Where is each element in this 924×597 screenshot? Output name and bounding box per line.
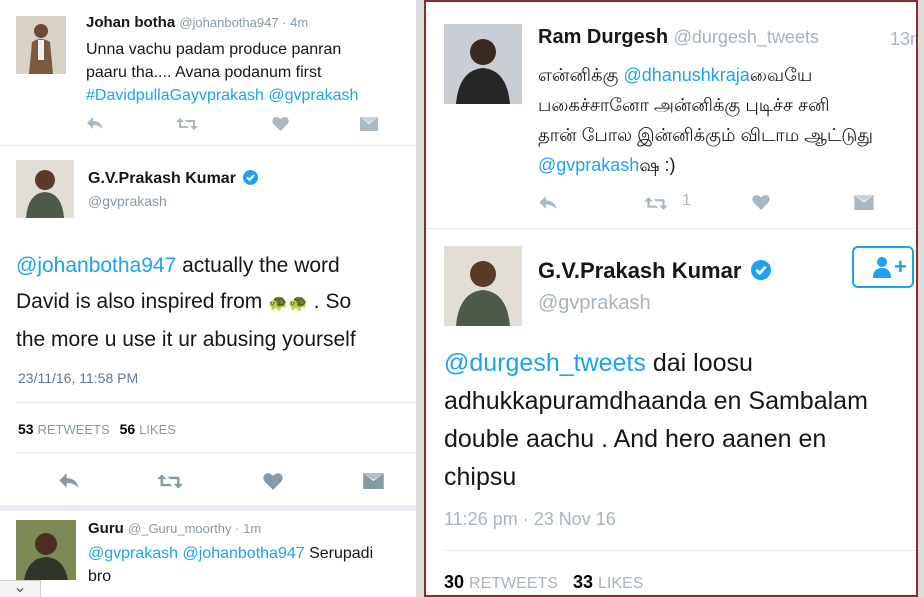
tweet-time: 13m (890, 29, 916, 49)
left-screenshot-panel: Johan botha @johanbotha947 · 4m Unna vac… (0, 0, 416, 597)
tweet-header: Ram Durgesh @durgesh_tweets (538, 26, 819, 49)
like-icon[interactable] (752, 194, 770, 215)
mention-link[interactable]: @gvprakash @johanbotha947 (88, 545, 305, 562)
tamil-tweet-text: என்னிக்கு @dhanushkrajaவையே பகைச்சானோ அன… (538, 60, 916, 180)
main-author-line: G.V.Prakash Kumar (88, 170, 259, 190)
retweet-icon[interactable] (644, 196, 668, 216)
verified-badge-icon (750, 260, 771, 286)
message-icon[interactable] (854, 195, 874, 215)
retweets-count[interactable]: 30 (444, 572, 464, 592)
ram-durgesh-avatar[interactable] (444, 24, 522, 104)
johan-botha-avatar[interactable] (16, 16, 66, 74)
tweet-timestamp[interactable]: 11:26 pm · 23 Nov 16 (444, 509, 616, 530)
main-tweet-text: @durgesh_tweets dai loosu adhukkapuramdh… (444, 344, 916, 496)
tweet-text-line: chipsu (444, 463, 517, 491)
author-name[interactable]: G.V.Prakash Kumar (538, 258, 741, 283)
author-handle: @gvprakash (88, 193, 167, 209)
retweets-count[interactable]: 53 (18, 421, 34, 437)
mention-link[interactable]: @durgesh_tweets (444, 349, 646, 377)
mention-link[interactable]: @johanbotha947 (16, 254, 176, 277)
likes-count[interactable]: 33 (573, 572, 593, 592)
author-handle: @durgesh_tweets (673, 27, 819, 47)
verified-badge-icon (243, 170, 259, 190)
retweets-label[interactable]: RETWEETS (37, 422, 109, 437)
tweet-text-segment: actually the word (176, 254, 340, 277)
likes-count[interactable]: 56 (120, 421, 136, 437)
message-icon[interactable] (363, 473, 384, 494)
hashtag-mention-line[interactable]: #DavidpullaGayvprakash @gvprakash (86, 84, 358, 107)
guru-avatar[interactable] (16, 520, 76, 580)
tweet-text-segment: ஷ :) (639, 155, 676, 175)
reply-icon[interactable] (58, 472, 80, 494)
tweet-text-segment: David is also inspired from (16, 290, 269, 313)
tweet-text-segment: Serupadi (304, 545, 374, 562)
person-icon (872, 256, 892, 283)
tweet-text-line: தான் போல இன்னிக்கும் விடாம ஆட்டுது (538, 125, 873, 145)
turtle-emoji: 🐢🐢 (268, 295, 308, 312)
retweets-label[interactable]: RETWEETS (469, 575, 558, 592)
retweet-count: 1 (682, 192, 691, 209)
likes-label[interactable]: LIKES (598, 575, 643, 592)
main-tweet-text: @johanbotha947 actually the word David i… (16, 248, 412, 358)
like-icon[interactable] (263, 472, 283, 495)
tweet-text-segment: dai loosu (645, 349, 753, 377)
tweet-timestamp[interactable]: 23/11/16, 11:58 PM (18, 370, 138, 386)
tweet-text-line: Unna vachu padam produce panran (86, 41, 342, 58)
author-handle-time: @_Guru_moorthy · 1m (128, 521, 262, 536)
engagement-stats: 53 RETWEETS 56 LIKES (18, 421, 176, 437)
mention-link[interactable]: @gvprakash (538, 155, 639, 175)
tweet-text-line: பகைச்சானோ அன்னிக்கு புடிச்ச சனி (538, 95, 830, 115)
tweet-text-line: adhukkapuramdhaanda en Sambalam (444, 387, 868, 415)
gvprakash-avatar[interactable] (16, 160, 74, 218)
tweet-text-line: bro (88, 568, 112, 585)
gvprakash-avatar[interactable] (444, 246, 522, 326)
reply-icon[interactable] (86, 116, 104, 135)
author-name[interactable]: G.V.Prakash Kumar (88, 170, 236, 187)
tweet-text-line: double aachu . And hero aanen en (444, 425, 827, 453)
tweet-header: Johan botha @johanbotha947 · 4m (86, 14, 308, 31)
follow-button[interactable]: + (852, 246, 914, 288)
author-handle: @gvprakash (538, 292, 651, 314)
author-handle-time: @johanbotha947 · 4m (179, 15, 309, 30)
retweet-icon[interactable] (176, 117, 198, 136)
tweet-text-segment: . So (307, 290, 352, 313)
follow-plus: + (894, 254, 907, 279)
message-icon[interactable] (360, 117, 378, 136)
reply-icon[interactable] (538, 195, 558, 215)
tweet-text-segment: வையே (749, 65, 813, 85)
retweet-icon[interactable] (157, 473, 183, 495)
tweet-text: Unna vachu padam produce panran paaru th… (86, 38, 358, 107)
tweet-text-line: paaru tha.... Avana podanum first (86, 64, 322, 81)
tweet-text: @gvprakash @johanbotha947 Serupadi bro (88, 542, 373, 588)
likes-label[interactable]: LIKES (139, 422, 176, 437)
tweet-header: Guru @_Guru_moorthy · 1m (88, 520, 261, 537)
right-screenshot-panel: Ram Durgesh @durgesh_tweets 13m என்னிக்க… (424, 0, 918, 597)
author-name[interactable]: Guru (88, 520, 124, 537)
author-name[interactable]: Ram Durgesh (538, 26, 668, 48)
author-name[interactable]: Johan botha (86, 14, 175, 31)
tweet-text-segment: the more u use it ur abusing yourself (16, 328, 356, 351)
main-author-line: G.V.Prakash Kumar (538, 258, 771, 286)
collapse-chevron-icon[interactable]: ⌄ (0, 580, 41, 597)
like-icon[interactable] (272, 116, 289, 136)
tweet-text-segment: என்னிக்கு (538, 65, 624, 85)
engagement-stats: 30 RETWEETS 33 LIKES (444, 572, 643, 593)
mention-link[interactable]: @dhanushkraja (623, 65, 749, 85)
